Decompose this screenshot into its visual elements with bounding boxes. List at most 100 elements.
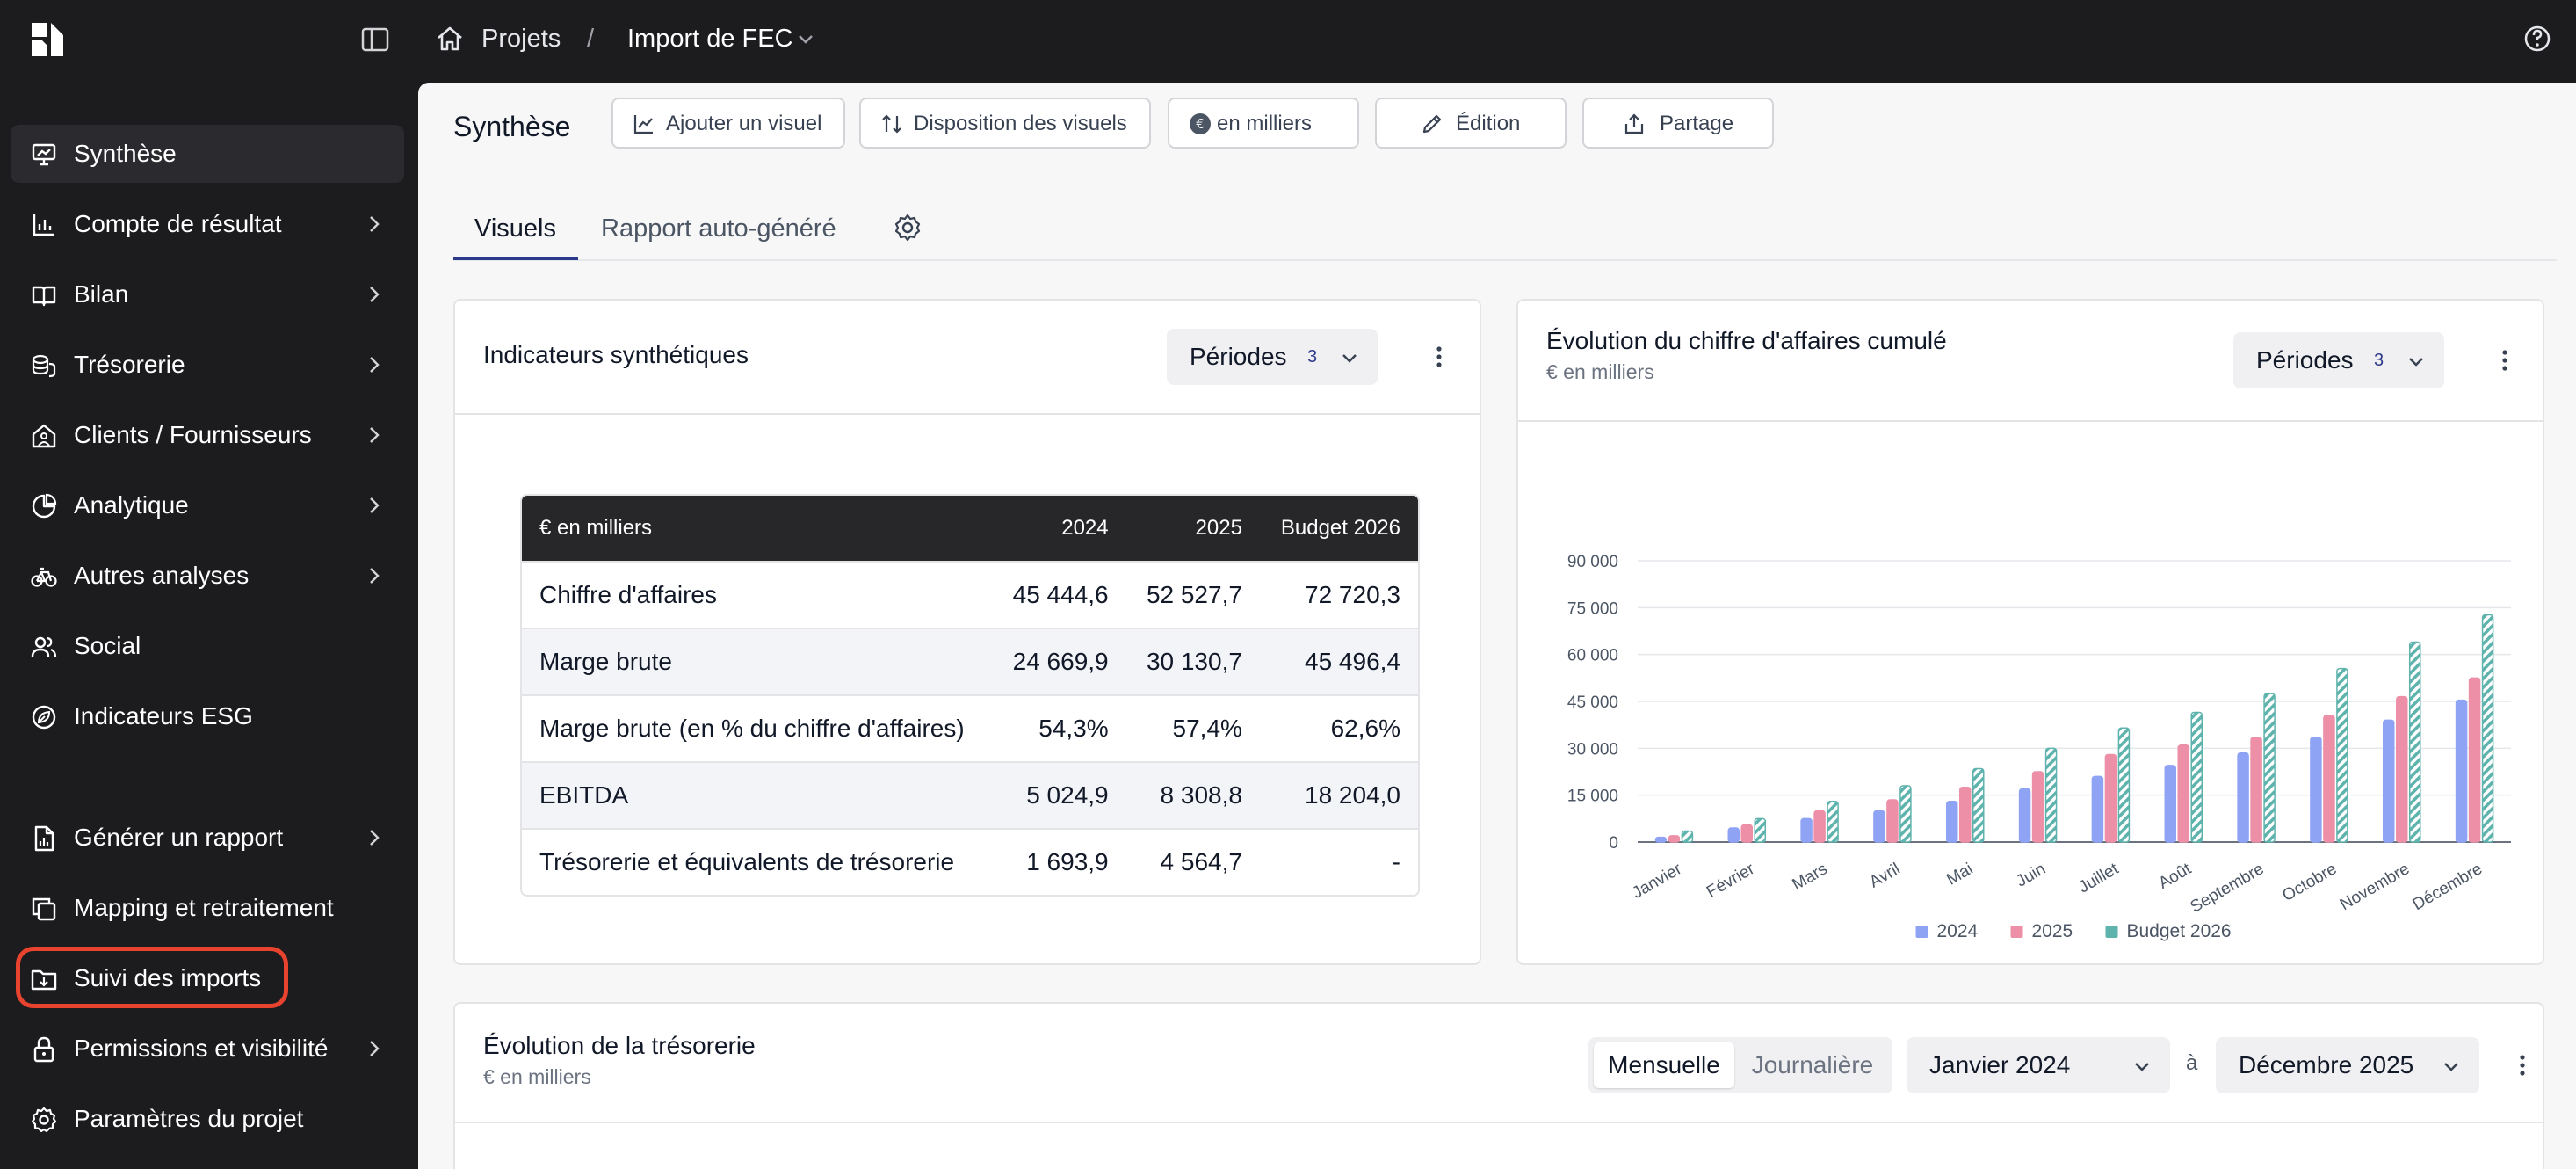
layout-button[interactable]: Disposition des visuels	[859, 98, 1151, 149]
bar-2025-0[interactable]	[1668, 835, 1681, 843]
bar-2024-4[interactable]	[1946, 801, 1958, 843]
bar-2024-1[interactable]	[1727, 827, 1740, 843]
sidebar-item-generer-un-rapport[interactable]: Générer un rapport	[11, 809, 404, 867]
sidebar-item-label: Social	[74, 632, 141, 659]
bar-budget-2026-2[interactable]	[1827, 801, 1839, 843]
bar-2024-11[interactable]	[2455, 699, 2468, 843]
bar-2024-8[interactable]	[2237, 752, 2249, 843]
bar-2024-5[interactable]	[2018, 788, 2031, 843]
table-cell: 8 308,8	[1125, 761, 1260, 828]
share-button[interactable]: Partage	[1582, 98, 1774, 149]
page-title: Synthèse	[453, 111, 571, 142]
bar-chart-icon	[33, 214, 54, 236]
tab-visuels[interactable]: Visuels	[474, 213, 556, 244]
sidebar-item-bilan[interactable]: Bilan	[11, 265, 404, 323]
bar-2025-1[interactable]	[1740, 824, 1753, 843]
bar-budget-2026-0[interactable]	[1681, 830, 1694, 843]
sidebar-item-permissions-et-visibilite[interactable]: Permissions et visibilité	[11, 1020, 404, 1078]
bar-2025-4[interactable]	[1959, 787, 1972, 843]
sidebar-toggle-icon[interactable]	[360, 25, 390, 54]
more-options-icon[interactable]	[2492, 347, 2518, 374]
bar-2024-10[interactable]	[2383, 719, 2395, 843]
period-from-select[interactable]: Janvier 2024	[1907, 1037, 2170, 1093]
sidebar-item-social[interactable]: Social	[11, 617, 404, 675]
bar-budget-2026-7[interactable]	[2190, 711, 2203, 843]
more-options-icon[interactable]	[2509, 1052, 2536, 1078]
tab-rapport-auto-genere[interactable]: Rapport auto-généré	[601, 213, 836, 244]
bar-budget-2026-1[interactable]	[1754, 817, 1766, 843]
more-options-icon[interactable]	[1426, 344, 1452, 370]
gear-icon	[31, 1107, 57, 1133]
sidebar-item-mapping-et-retraitement[interactable]: Mapping et retraitement	[11, 879, 404, 937]
period-to-select[interactable]: Décembre 2025	[2216, 1037, 2479, 1093]
bar-2025-5[interactable]	[2031, 771, 2044, 843]
x-tick-label: Novembre	[2337, 860, 2413, 914]
active-tab-indicator	[453, 257, 578, 260]
y-tick-label: 90 000	[1567, 553, 1618, 571]
table-header-row: € en milliers 2024 2025 Budget 2026	[522, 496, 1418, 561]
bar-2024-9[interactable]	[2310, 737, 2322, 843]
bar-budget-2026-11[interactable]	[2481, 614, 2494, 843]
edit-label: Édition	[1456, 112, 1521, 135]
bar-2024-3[interactable]	[1873, 810, 1885, 843]
periods-dropdown[interactable]: Périodes 3	[2233, 332, 2444, 388]
add-visual-button[interactable]: Ajouter un visuel	[611, 98, 845, 149]
bar-2025-3[interactable]	[1886, 799, 1899, 843]
breadcrumb-projects[interactable]: Projets	[481, 23, 561, 54]
bar-budget-2026-4[interactable]	[1972, 767, 1985, 843]
bar-budget-2026-3[interactable]	[1899, 785, 1912, 843]
periods-label: Périodes	[2256, 346, 2354, 374]
sidebar-item-parametres-du-projet[interactable]: Paramètres du projet	[11, 1090, 404, 1148]
sidebar-item-label: Mapping et retraitement	[74, 894, 334, 921]
sidebar-item-autres-analyses[interactable]: Autres analyses	[11, 547, 404, 605]
x-tick-label: Avril	[1866, 860, 1903, 891]
bar-2025-6[interactable]	[2104, 753, 2117, 843]
copy-icon	[32, 897, 56, 921]
gear-icon[interactable]	[893, 213, 923, 243]
sidebar-item-synthese[interactable]: Synthèse	[11, 125, 404, 183]
bar-budget-2026-5[interactable]	[2044, 747, 2058, 843]
bar-2025-9[interactable]	[2323, 715, 2335, 843]
chevron-down-icon[interactable]	[794, 28, 817, 51]
bar-2024-6[interactable]	[2091, 775, 2104, 843]
bar-budget-2026-6[interactable]	[2117, 727, 2131, 843]
bar-2025-2[interactable]	[1813, 810, 1826, 843]
main-content: Synthèse Ajouter un visuel Disposition d…	[418, 83, 2576, 1169]
legend-label[interactable]: Budget 2026	[2127, 921, 2232, 941]
bar-2025-11[interactable]	[2468, 677, 2481, 843]
bar-budget-2026-10[interactable]	[2409, 641, 2421, 843]
legend-label[interactable]: 2024	[1937, 921, 1979, 941]
periods-dropdown[interactable]: Périodes 3	[1167, 329, 1378, 385]
x-tick-label: Juin	[2013, 860, 2049, 891]
bar-2025-8[interactable]	[2250, 737, 2262, 843]
x-tick-label: Mars	[1790, 860, 1831, 894]
app-logo-icon[interactable]	[28, 19, 69, 60]
sidebar-item-clients-fournisseurs[interactable]: Clients / Fournisseurs	[11, 406, 404, 464]
edit-button[interactable]: Édition	[1375, 98, 1567, 149]
legend-swatch	[2105, 926, 2118, 938]
home-icon[interactable]	[434, 23, 466, 54]
toggle-monthly[interactable]: Mensuelle	[1594, 1042, 1734, 1088]
share-upload-icon	[1624, 113, 1644, 134]
bar-2024-7[interactable]	[2164, 765, 2176, 843]
breadcrumb-current[interactable]: Import de FEC	[627, 23, 793, 54]
sidebar-item-analytique[interactable]: Analytique	[11, 476, 404, 534]
period-range-separator: à	[2186, 1051, 2198, 1075]
units-button[interactable]: € en milliers	[1168, 98, 1359, 149]
bar-budget-2026-9[interactable]	[2336, 667, 2348, 843]
chevron-right-icon	[370, 287, 380, 302]
sidebar-item-indicateurs-esg[interactable]: Indicateurs ESG	[11, 687, 404, 745]
sidebar-item-compte-de-resultat[interactable]: Compte de résultat	[11, 195, 404, 253]
bar-2025-10[interactable]	[2396, 695, 2408, 843]
toggle-daily[interactable]: Journalière	[1738, 1042, 1887, 1088]
legend-label[interactable]: 2025	[2032, 921, 2073, 941]
bar-2024-0[interactable]	[1654, 836, 1668, 843]
card-divider	[455, 413, 1480, 415]
bar-2025-7[interactable]	[2177, 744, 2189, 843]
help-icon[interactable]	[2522, 23, 2553, 54]
bar-budget-2026-8[interactable]	[2263, 693, 2276, 843]
sidebar-item-tresorerie[interactable]: Trésorerie	[11, 336, 404, 394]
bar-2024-2[interactable]	[1800, 817, 1813, 843]
table-row: Trésorerie et équivalents de trésorerie …	[522, 828, 1418, 895]
sidebar-item-suivi-des-imports[interactable]: Suivi des imports	[11, 949, 404, 1007]
